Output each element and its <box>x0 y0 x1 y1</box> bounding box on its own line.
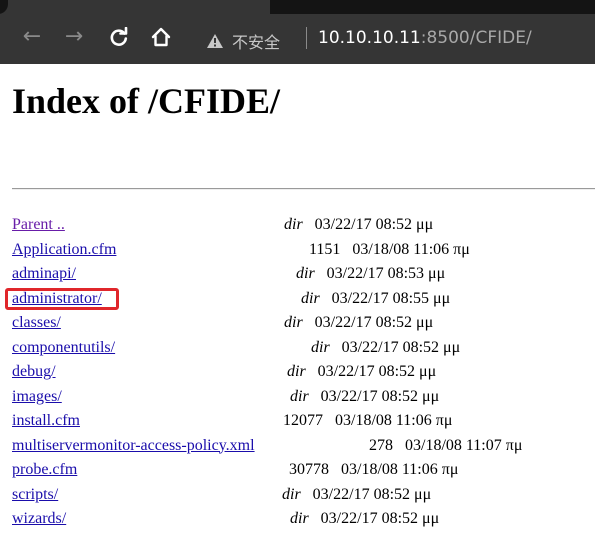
security-warning-text: 不安全 <box>232 33 281 52</box>
entry-link[interactable]: classes/ <box>12 312 61 334</box>
list-item: classes/ dir 03/22/17 08:52 μμ <box>0 312 595 334</box>
arrow-right-icon: → <box>64 24 84 49</box>
list-item: multiservermonitor-access-policy.xml 278… <box>0 435 595 457</box>
entry-datetime: 03/18/08 11:06 πμ <box>352 240 470 258</box>
entry-size: 12077 <box>283 412 323 429</box>
entry-datetime: 03/22/17 08:52 μμ <box>320 510 440 527</box>
security-indicator[interactable]: 不安全 <box>206 29 280 53</box>
entry-link[interactable]: componentutils/ <box>12 337 115 359</box>
forward-button[interactable]: → <box>61 24 87 50</box>
url-host: 10.10.10.11 <box>318 28 421 48</box>
entry-meta: dir 03/22/17 08:52 μμ <box>311 337 460 359</box>
entry-datetime: 03/22/17 08:52 μμ <box>314 216 434 233</box>
home-button[interactable] <box>148 24 174 50</box>
entry-datetime: 03/22/17 08:52 μμ <box>314 314 434 331</box>
home-icon <box>151 27 171 47</box>
entry-meta: dir 03/22/17 08:52 μμ <box>290 508 439 530</box>
list-item: scripts/ dir 03/22/17 08:52 μμ <box>0 484 595 506</box>
list-item: debug/ dir 03/22/17 08:52 μμ <box>0 361 595 383</box>
entry-datetime: 03/22/17 08:55 μμ <box>331 289 451 307</box>
entry-meta: 12077 03/18/08 11:06 πμ <box>283 410 452 432</box>
entry-size: 30778 <box>289 461 329 478</box>
list-item: Application.cfm 1151 03/18/08 11:06 πμ <box>0 239 595 261</box>
entry-kind: dir <box>284 216 303 233</box>
entry-kind: dir <box>284 314 303 331</box>
list-item: adminapi/ dir 03/22/17 08:53 μμ <box>0 263 595 285</box>
reload-button[interactable] <box>106 24 132 50</box>
active-tab[interactable] <box>0 0 270 14</box>
entry-datetime: 03/22/17 08:52 μμ <box>341 338 461 356</box>
list-item: probe.cfm 30778 03/18/08 11:06 πμ <box>0 459 595 481</box>
highlight-annotation-box <box>5 288 119 310</box>
entry-meta: dir 03/22/17 08:53 μμ <box>296 263 445 285</box>
list-item: images/ dir 03/22/17 08:52 μμ <box>0 386 595 408</box>
entry-datetime: 03/18/08 11:07 πμ <box>405 436 523 454</box>
entry-datetime: 03/18/08 11:06 πμ <box>335 412 453 429</box>
entry-link[interactable]: scripts/ <box>12 484 58 506</box>
arrow-left-icon: ← <box>22 24 42 49</box>
reload-icon <box>110 27 128 46</box>
entry-kind: dir <box>296 265 315 282</box>
entry-datetime: 03/22/17 08:52 μμ <box>317 363 437 380</box>
entry-size: 1151 <box>309 240 341 258</box>
entry-size: 278 <box>369 436 393 454</box>
entry-kind: dir <box>287 363 306 380</box>
entry-kind: dir <box>290 510 309 527</box>
entry-meta: dir 03/22/17 08:52 μμ <box>284 312 433 334</box>
entry-kind: dir <box>282 485 301 503</box>
warning-triangle-icon <box>207 34 223 48</box>
list-item: componentutils/ dir 03/22/17 08:52 μμ <box>0 337 595 359</box>
back-button[interactable]: ← <box>19 24 45 50</box>
entry-kind: dir <box>301 289 320 307</box>
entry-datetime: 03/22/17 08:53 μμ <box>326 265 446 282</box>
page-title: Index of /CFIDE/ <box>12 81 281 121</box>
entry-kind: dir <box>311 338 330 356</box>
entry-link[interactable]: debug/ <box>12 361 56 383</box>
entry-meta: dir 03/22/17 08:52 μμ <box>282 484 431 506</box>
entry-meta: dir 03/22/17 08:52 μμ <box>287 361 436 383</box>
list-item: wizards/ dir 03/22/17 08:52 μμ <box>0 508 595 530</box>
entry-link[interactable]: images/ <box>12 386 62 408</box>
list-item: install.cfm 12077 03/18/08 11:06 πμ <box>0 410 595 432</box>
entry-meta: 1151 03/18/08 11:06 πμ <box>309 239 470 261</box>
url-separator <box>306 27 307 49</box>
horizontal-rule <box>12 188 595 190</box>
entry-meta: 278 03/18/08 11:07 πμ <box>369 435 522 457</box>
entry-link[interactable]: install.cfm <box>12 410 80 432</box>
entry-kind: dir <box>290 387 309 405</box>
entry-meta: 30778 03/18/08 11:06 πμ <box>289 459 458 481</box>
entry-datetime: 03/18/08 11:06 πμ <box>341 461 459 478</box>
entry-link[interactable]: wizards/ <box>12 508 66 530</box>
entry-link[interactable]: probe.cfm <box>12 459 77 481</box>
entry-link[interactable]: multiservermonitor-access-policy.xml <box>12 435 255 457</box>
entry-datetime: 03/22/17 08:52 μμ <box>312 485 432 503</box>
entry-link[interactable]: adminapi/ <box>12 263 76 285</box>
url-path: :8500/CFIDE/ <box>420 28 532 48</box>
address-bar[interactable]: 10.10.10.11:8500/CFIDE/ <box>318 27 532 49</box>
entry-meta: dir 03/22/17 08:52 μμ <box>284 214 433 236</box>
entry-meta: dir 03/22/17 08:55 μμ <box>301 288 450 310</box>
entry-datetime: 03/22/17 08:52 μμ <box>320 387 440 405</box>
entry-meta: dir 03/22/17 08:52 μμ <box>290 386 439 408</box>
entry-link[interactable]: Parent .. <box>12 214 65 236</box>
entry-link[interactable]: Application.cfm <box>12 239 116 261</box>
list-item: Parent .. dir 03/22/17 08:52 μμ <box>0 214 595 236</box>
